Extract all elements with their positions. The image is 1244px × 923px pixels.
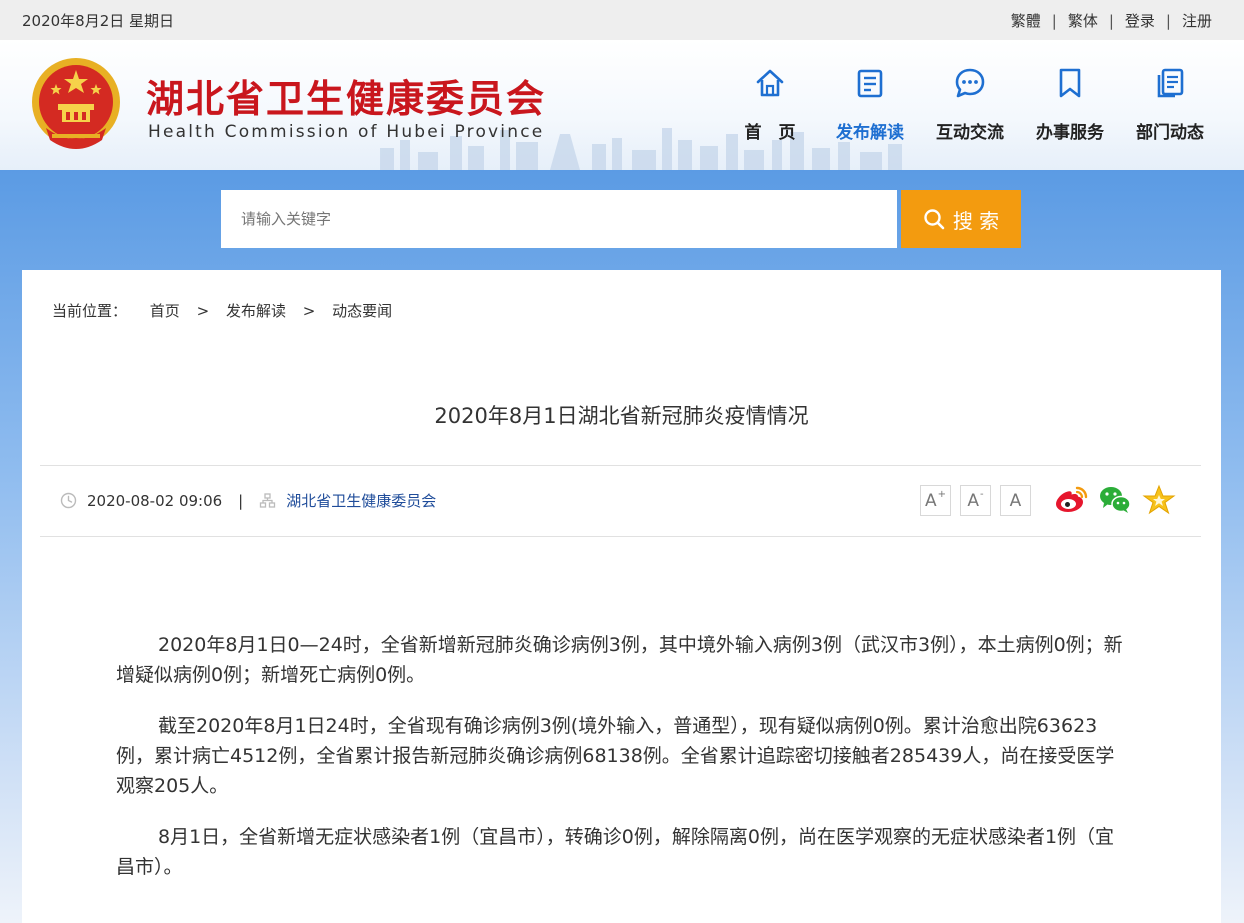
wechat-icon[interactable] bbox=[1098, 484, 1132, 516]
divider bbox=[40, 465, 1201, 466]
nav-label-release: 发布解读 bbox=[836, 123, 904, 143]
font-increase-sup: + bbox=[937, 489, 947, 500]
pages-icon bbox=[1157, 68, 1184, 98]
article-title: 2020年8月1日湖北省新冠肺炎疫情情况 bbox=[434, 404, 809, 428]
nav-label-department: 部门动态 bbox=[1136, 123, 1204, 143]
font-decrease-label: A bbox=[967, 490, 980, 511]
home-icon bbox=[756, 69, 784, 97]
site-title[interactable]: 湖北省卫生健康委员会 bbox=[146, 68, 546, 123]
search-button-label: 搜 索 bbox=[952, 208, 1000, 233]
breadcrumb-item-news[interactable]: 动态要闻 bbox=[332, 300, 392, 321]
font-reset-label: A bbox=[1009, 490, 1022, 511]
breadcrumb-prefix: 当前位置： bbox=[52, 302, 128, 320]
font-increase-button[interactable]: A + bbox=[920, 485, 951, 516]
top-link-separator: | bbox=[1165, 11, 1171, 30]
national-emblem-logo bbox=[32, 58, 120, 149]
nav-item-interaction[interactable]: 互动交流 bbox=[920, 66, 1020, 143]
search-input[interactable] bbox=[221, 190, 897, 248]
font-increase-label: A bbox=[924, 490, 937, 511]
article-source: 湖北省卫生健康委员会 bbox=[286, 492, 437, 510]
register-link[interactable]: 注册 bbox=[1182, 10, 1212, 31]
article-body: 2020年8月1日0—24时，全省新增新冠肺炎确诊病例3例，其中境外输入病例3例… bbox=[116, 630, 1126, 903]
top-link-separator: | bbox=[1051, 11, 1057, 30]
font-size-controls: A + A- A bbox=[920, 485, 1040, 516]
traditional-chinese-link-2[interactable]: 繁体 bbox=[1068, 10, 1098, 31]
search-button[interactable]: 搜 索 bbox=[901, 190, 1021, 248]
breadcrumb-item-release[interactable]: 发布解读 bbox=[226, 300, 286, 321]
breadcrumb-arrow: > bbox=[196, 302, 210, 320]
top-link-separator: | bbox=[1108, 11, 1114, 30]
organization-icon bbox=[260, 493, 276, 508]
publish-datetime: 2020-08-02 09:06 bbox=[87, 491, 223, 510]
bookmark-icon bbox=[1059, 68, 1081, 98]
site-header: 湖北省卫生健康委员会 Health Commission of Hubei Pr… bbox=[0, 40, 1244, 170]
font-reset-button[interactable]: A bbox=[1000, 485, 1031, 516]
share-icons bbox=[1054, 484, 1186, 516]
top-bar: 2020年8月2日 星期日 繁體 | 繁体 | 登录 | 注册 bbox=[0, 0, 1244, 40]
clock-icon bbox=[60, 492, 77, 509]
favorite-star-icon[interactable] bbox=[1142, 484, 1176, 516]
site-subtitle: Health Commission of Hubei Province bbox=[148, 122, 545, 142]
nav-label-interaction: 互动交流 bbox=[936, 123, 1004, 143]
traditional-chinese-link-1[interactable]: 繁體 bbox=[1011, 10, 1041, 31]
nav-label-services: 办事服务 bbox=[1036, 123, 1104, 143]
breadcrumb-arrow: > bbox=[302, 302, 316, 320]
document-icon bbox=[857, 69, 883, 98]
chat-bubble-icon bbox=[955, 68, 985, 98]
article-paragraph: 8月1日，全省新增无症状感染者1例（宜昌市），转确诊0例，解除隔离0例，尚在医学… bbox=[116, 826, 1115, 878]
current-date: 2020年8月2日 星期日 bbox=[22, 12, 175, 30]
top-links: 繁體 | 繁体 | 登录 | 注册 bbox=[1011, 10, 1212, 31]
nav-item-home[interactable]: 首 页 bbox=[720, 66, 820, 143]
divider bbox=[40, 536, 1201, 537]
nav-label-home: 首 页 bbox=[744, 123, 796, 143]
main-nav: 首 页 发布解读 互动交流 办事服务 部门动态 bbox=[720, 66, 1220, 143]
nav-item-services[interactable]: 办事服务 bbox=[1020, 66, 1120, 143]
article-paragraph: 2020年8月1日0—24时，全省新增新冠肺炎确诊病例3例，其中境外输入病例3例… bbox=[116, 634, 1123, 686]
search-icon bbox=[924, 209, 945, 230]
breadcrumb: 当前位置： 首页 > 发布解读 > 动态要闻 bbox=[52, 300, 392, 321]
nav-item-release[interactable]: 发布解读 bbox=[820, 66, 920, 143]
article-paragraph: 截至2020年8月1日24时，全省现有确诊病例3例(境外输入，普通型），现有疑似… bbox=[116, 715, 1115, 797]
meta-separator: | bbox=[238, 491, 244, 510]
article-panel: 当前位置： 首页 > 发布解读 > 动态要闻 2020年8月1日湖北省新冠肺炎疫… bbox=[22, 270, 1221, 923]
article-meta: 2020-08-02 09:06 | 湖北省卫生健康委员会 bbox=[60, 490, 436, 511]
breadcrumb-item-home[interactable]: 首页 bbox=[150, 300, 180, 321]
font-decrease-sup: - bbox=[980, 489, 984, 500]
login-link[interactable]: 登录 bbox=[1125, 10, 1155, 31]
nav-item-department[interactable]: 部门动态 bbox=[1120, 66, 1220, 143]
font-decrease-button[interactable]: A- bbox=[960, 485, 991, 516]
weibo-icon[interactable] bbox=[1054, 484, 1088, 516]
